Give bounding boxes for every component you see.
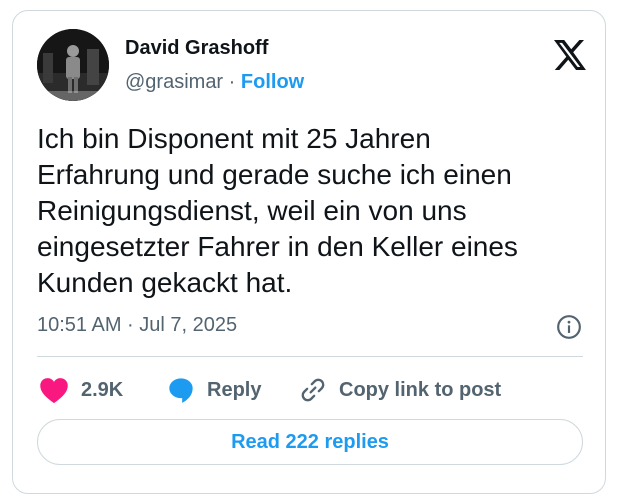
like-count: 2.9K — [81, 378, 124, 401]
avatar[interactable] — [37, 29, 109, 101]
avatar-image — [37, 29, 109, 101]
handle-separator: · — [228, 71, 236, 93]
heart-icon — [40, 378, 68, 404]
link-icon — [301, 378, 325, 402]
follow-link[interactable]: Follow — [241, 71, 304, 93]
like-button[interactable]: 2.9K — [39, 374, 123, 406]
post-timestamp[interactable]: 10:51 AM · Jul 7, 2025 — [37, 314, 237, 337]
author-name[interactable]: David Grashoff — [125, 37, 268, 60]
divider — [37, 356, 583, 357]
reply-label: Reply — [207, 378, 262, 401]
post-card: David Grashoff @grasimar · Follow Ich bi… — [12, 10, 606, 494]
copy-link-label: Copy link to post — [339, 378, 502, 401]
read-replies-button[interactable]: Read 222 replies — [37, 419, 583, 465]
speech-bubble-icon — [169, 378, 193, 403]
post-text: Ich bin Disponent mit 25 Jahren Erfahrun… — [37, 123, 518, 298]
info-icon[interactable] — [556, 314, 582, 340]
copy-link-button[interactable]: Copy link to post — [299, 374, 501, 406]
author-handle-line: @grasimar · Follow — [125, 71, 304, 94]
author-handle[interactable]: @grasimar — [125, 71, 223, 93]
reply-button[interactable]: Reply — [167, 374, 261, 406]
x-logo-icon[interactable] — [551, 37, 587, 73]
